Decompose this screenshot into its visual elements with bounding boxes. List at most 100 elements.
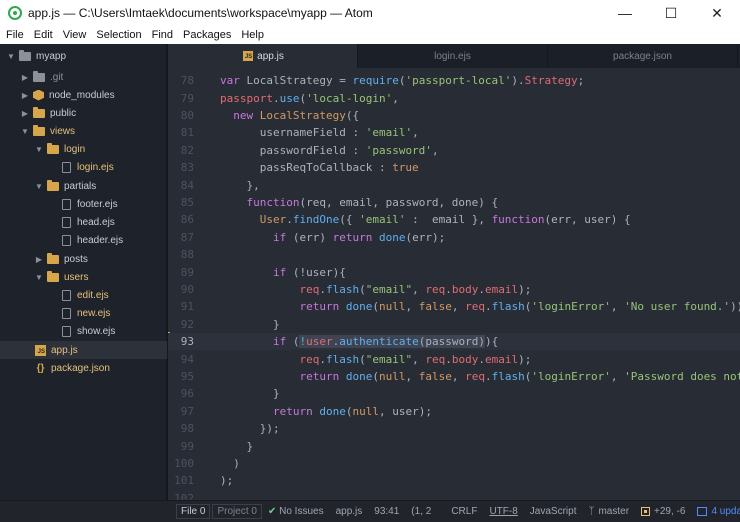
code-line: 91 return done(null, false, req.flash('l…: [168, 298, 740, 315]
git-diff-icon: [641, 507, 651, 516]
line-number: 100: [174, 456, 194, 470]
tree-item-label: .git: [50, 71, 64, 83]
code-line: 81 usernameField : 'email',: [168, 124, 740, 141]
minimize-icon[interactable]: —: [602, 0, 648, 26]
code-line: 78 var LocalStrategy = require('passport-…: [168, 72, 740, 89]
json-file-icon: {}: [36, 362, 45, 374]
status-git-diff[interactable]: +29, -6: [635, 501, 691, 522]
tree-item-label: edit.ejs: [77, 289, 109, 301]
menu-file[interactable]: File: [0, 29, 29, 41]
tab-label: package.json: [613, 50, 672, 62]
line-number: 89: [180, 265, 194, 279]
atom-logo-icon: [8, 6, 22, 20]
menu-selection[interactable]: Selection: [91, 29, 146, 41]
status-project-box[interactable]: Project 0: [212, 504, 262, 519]
code-line: 82 passwordField : 'password',: [168, 142, 740, 159]
status-selection-count: (1, 2: [411, 506, 432, 517]
line-number: 92: [180, 317, 194, 331]
tree-item-users[interactable]: ▼ users: [34, 268, 88, 286]
status-bar: File 0 Project 0 ✔ No Issues app.js 93:4…: [0, 500, 740, 522]
code-line: 87 if (err) return done(err);: [168, 229, 740, 246]
folder-icon: [33, 124, 45, 136]
chevron-right-icon: ▶: [35, 254, 43, 264]
line-number: 101: [174, 474, 194, 488]
tab-app-js[interactable]: JS app.js: [168, 44, 358, 68]
menu-view[interactable]: View: [58, 29, 92, 41]
menu-help[interactable]: Help: [236, 29, 269, 41]
tree-item-new-ejs[interactable]: new.ejs: [60, 304, 110, 322]
status-line-ending[interactable]: CRLF: [437, 501, 483, 522]
status-updates-label: 4 updates: [711, 506, 740, 517]
status-file-count: 0: [199, 506, 206, 517]
code-line: 92 }: [168, 316, 740, 333]
line-number: 93: [180, 335, 194, 349]
tree-item-posts[interactable]: ▶ posts: [34, 250, 88, 268]
line-number: 95: [180, 369, 194, 383]
file-icon: [62, 307, 71, 319]
status-branch-label: master: [598, 506, 630, 517]
code-line: 84 },: [168, 176, 740, 193]
status-package-updates[interactable]: 4 updates: [691, 501, 740, 522]
tree-item-show-ejs[interactable]: show.ejs: [60, 322, 115, 340]
maximize-icon[interactable]: ☐: [648, 0, 694, 26]
tree-item-label: package.json: [51, 362, 110, 374]
chevron-right-icon: ▶: [21, 108, 29, 118]
folder-icon: [47, 270, 59, 282]
tree-item-public[interactable]: ▶ public: [20, 104, 76, 122]
tree-view: ▼ myapp ▶ .git ▶ node_modules ▶ public ▼…: [0, 44, 167, 500]
tree-item-label: new.ejs: [77, 307, 111, 319]
menu-packages[interactable]: Packages: [178, 29, 236, 41]
line-number: 82: [180, 143, 194, 157]
tree-item-head-ejs[interactable]: head.ejs: [60, 213, 115, 231]
status-linter[interactable]: ✔ No Issues: [262, 501, 330, 522]
tree-item-partials[interactable]: ▼ partials: [34, 177, 96, 195]
tree-item-package-json[interactable]: {} package.json: [33, 359, 110, 377]
code-line: 80 new LocalStrategy({: [168, 107, 740, 124]
tree-root[interactable]: ▼ myapp: [6, 47, 66, 65]
tree-item-label: login: [64, 143, 86, 155]
tree-item-node-modules[interactable]: ▶ node_modules: [20, 86, 115, 104]
tree-item-edit-ejs[interactable]: edit.ejs: [60, 286, 109, 304]
code-line: 102: [168, 490, 740, 500]
code-editor[interactable]: 78 var LocalStrategy = require('passport-…: [168, 68, 740, 500]
menu-find[interactable]: Find: [147, 29, 178, 41]
status-cursor-position[interactable]: 93:41: [368, 501, 405, 522]
status-filename[interactable]: app.js: [330, 501, 369, 522]
status-issues: No Issues: [279, 506, 324, 517]
status-file-tab[interactable]: File 0 Project 0: [0, 501, 262, 522]
status-encoding[interactable]: UTF-8: [483, 501, 523, 522]
close-icon[interactable]: ✕: [694, 0, 740, 26]
status-branch[interactable]: ᛉ master: [582, 501, 635, 522]
tree-item-header-ejs[interactable]: header.ejs: [60, 231, 123, 249]
code-line: 85 function(req, email, password, done) …: [168, 194, 740, 211]
line-number: 90: [180, 282, 194, 296]
tree-item-label: app.js: [51, 344, 78, 356]
folder-icon: [47, 179, 59, 191]
code-line: 90 req.flash("email", req.body.email);: [168, 281, 740, 298]
menu-edit[interactable]: Edit: [29, 29, 58, 41]
line-number: 79: [180, 91, 194, 105]
line-number: 87: [180, 230, 194, 244]
tree-item-footer-ejs[interactable]: footer.ejs: [60, 195, 118, 213]
git-branch-icon: ᛉ: [588, 506, 595, 517]
status-file-box[interactable]: File 0: [176, 504, 211, 519]
line-number: 102: [174, 491, 194, 500]
chevron-right-icon: ▶: [21, 72, 29, 82]
tab-package-json[interactable]: package.json: [548, 44, 738, 68]
window-controls: — ☐ ✕: [602, 0, 740, 26]
code-line: 98 });: [168, 420, 740, 437]
code-line: 79 passport.use('local-login',: [168, 89, 740, 106]
status-diff-label: +29, -6: [654, 506, 686, 517]
tree-item-label: node_modules: [49, 89, 115, 101]
tree-item-login[interactable]: ▼ login: [34, 140, 85, 158]
tree-item-app-js[interactable]: JS app.js: [0, 341, 167, 359]
tab-login-ejs[interactable]: login.ejs: [358, 44, 548, 68]
line-number: 80: [180, 108, 194, 122]
tree-item-label: users: [64, 271, 89, 283]
file-icon: [62, 325, 71, 337]
tree-item-login-ejs[interactable]: login.ejs: [60, 158, 114, 176]
file-icon: [62, 198, 71, 210]
tree-item-git[interactable]: ▶ .git: [20, 68, 63, 86]
status-grammar[interactable]: JavaScript: [524, 501, 583, 522]
tree-item-views[interactable]: ▼ views: [20, 122, 75, 140]
